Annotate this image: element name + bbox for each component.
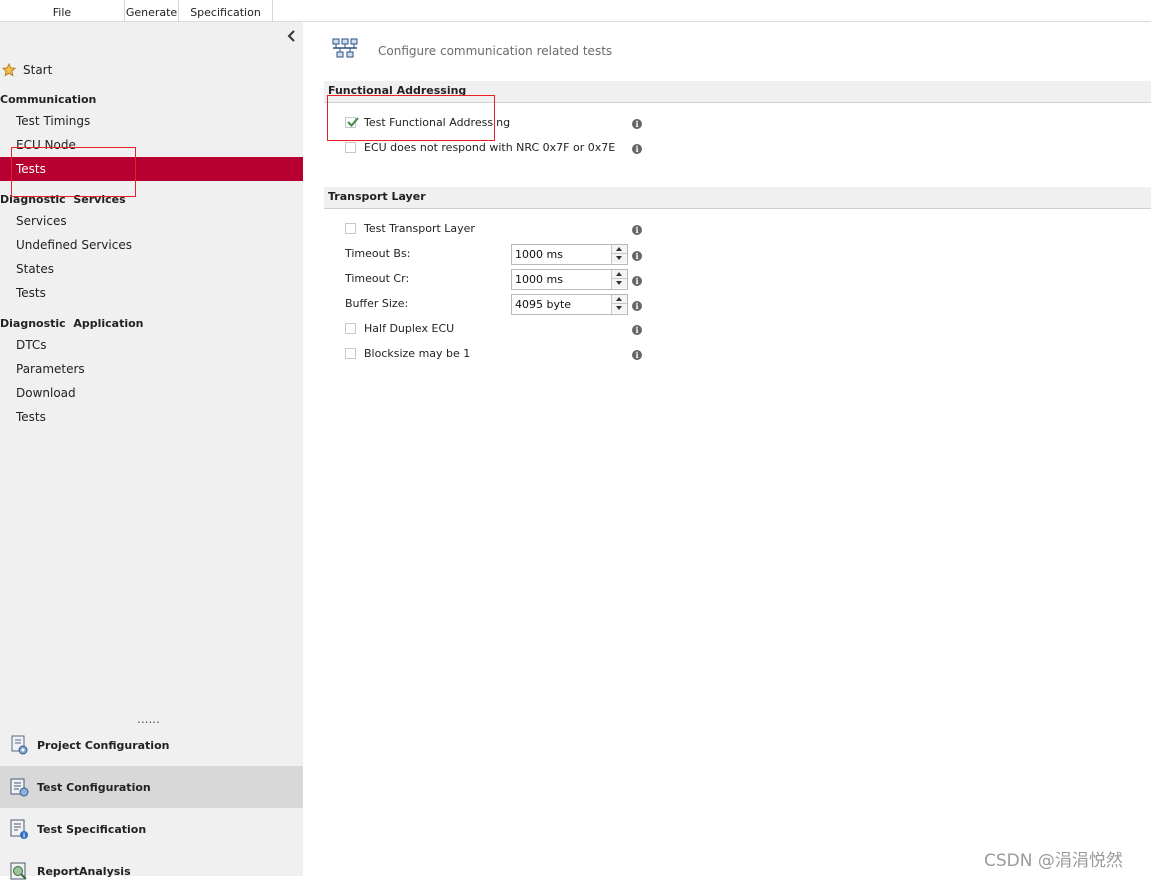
test-specification-icon: i (10, 819, 28, 840)
menu-file[interactable]: File (0, 0, 125, 22)
timeout-bs-value[interactable]: 1000 ms (515, 248, 563, 261)
checkbox-label: Test Transport Layer (364, 221, 475, 235)
checkbox-label: Blocksize may be 1 (364, 346, 471, 360)
nav-report-analysis[interactable]: ReportAnalysis (0, 850, 303, 892)
checkbox-label: ECU does not respond with NRC 0x7F or 0x… (364, 140, 616, 154)
sidebar-item-services-tests[interactable]: Tests (0, 281, 303, 305)
half-duplex-row[interactable]: Half Duplex ECU (345, 319, 454, 337)
section-communication: Communication (0, 93, 97, 106)
nrc-checkbox[interactable] (345, 141, 356, 153)
blocksize-checkbox[interactable] (345, 347, 356, 359)
arrow-down-icon (616, 306, 622, 310)
watermark: CSDN @涓涓悦然 (984, 851, 1123, 871)
sidebar-item-application-tests[interactable]: Tests (0, 405, 303, 429)
sidebar-item-undefined-services[interactable]: Undefined Services (0, 233, 303, 257)
sidebar-item-label: Start (23, 63, 53, 77)
spin-down-button[interactable] (612, 279, 627, 288)
transport-layer-header: Transport Layer (324, 187, 1151, 209)
blocksize-row[interactable]: Blocksize may be 1 (345, 344, 470, 362)
half-duplex-checkbox[interactable] (345, 322, 356, 334)
buffer-size-label: Buffer Size: (345, 297, 409, 310)
arrow-up-icon (616, 297, 622, 301)
menu-specification[interactable]: Specification (179, 0, 273, 22)
timeout-cr-spinner[interactable]: 1000 ms (511, 269, 628, 290)
spin-up-button[interactable] (612, 270, 627, 279)
menu-generate[interactable]: Generate (125, 0, 179, 22)
info-icon[interactable]: i (632, 350, 642, 360)
info-icon[interactable]: i (632, 301, 642, 311)
sidebar-item-test-timings[interactable]: Test Timings (0, 109, 303, 133)
timeout-cr-label: Timeout Cr: (345, 272, 410, 285)
info-icon[interactable]: i (632, 225, 642, 235)
timeout-cr-value[interactable]: 1000 ms (515, 273, 563, 286)
sidebar-item-start[interactable]: Start (0, 60, 52, 80)
arrow-up-icon (616, 272, 622, 276)
arrow-down-icon (616, 281, 622, 285)
annotation-highlight-checkbox (327, 95, 495, 141)
nav-label: Test Specification (37, 822, 147, 836)
test-transport-layer-row[interactable]: Test Transport Layer (345, 219, 475, 237)
collapse-sidebar-icon[interactable] (286, 29, 298, 43)
network-icon (332, 38, 358, 58)
info-icon[interactable]: i (632, 276, 642, 286)
nav-project-configuration[interactable]: Project Configuration (0, 724, 303, 766)
timeout-bs-spinner[interactable]: 1000 ms (511, 244, 628, 265)
section-diagnostic-application: Diagnostic Application (0, 317, 144, 330)
report-analysis-icon (10, 862, 27, 880)
arrow-up-icon (616, 247, 622, 251)
spin-up-button[interactable] (612, 295, 627, 304)
sidebar-item-states[interactable]: States (0, 257, 303, 281)
test-transport-layer-checkbox[interactable] (345, 222, 356, 234)
checkbox-label: Half Duplex ECU (364, 321, 455, 335)
info-icon[interactable]: i (632, 119, 642, 129)
arrow-down-icon (616, 256, 622, 260)
nav-label: Project Configuration (37, 738, 170, 752)
sidebar-item-download[interactable]: Download (0, 381, 303, 405)
buffer-size-spinner[interactable]: 4095 byte (511, 294, 628, 315)
menu-bar: File Generate Specification (0, 0, 1151, 22)
info-icon[interactable]: i (632, 144, 642, 154)
svg-text:i: i (23, 833, 25, 840)
sidebar-item-services[interactable]: Services (0, 209, 303, 233)
buffer-size-value[interactable]: 4095 byte (515, 298, 571, 311)
info-icon[interactable]: i (632, 251, 642, 261)
nav-test-specification[interactable]: i Test Specification (0, 808, 303, 850)
timeout-bs-label: Timeout Bs: (345, 247, 411, 260)
page-title: Configure communication related tests (378, 44, 613, 58)
spin-down-button[interactable] (612, 254, 627, 263)
sidebar-item-dtcs[interactable]: DTCs (0, 333, 303, 357)
spin-down-button[interactable] (612, 304, 627, 313)
main-panel: Configure communication related tests Fu… (303, 22, 1151, 876)
spin-up-button[interactable] (612, 245, 627, 254)
nav-test-configuration[interactable]: Test Configuration (0, 766, 303, 808)
sidebar-item-parameters[interactable]: Parameters (0, 357, 303, 381)
annotation-highlight-sidebar (11, 147, 136, 197)
info-icon[interactable]: i (632, 325, 642, 335)
star-icon (2, 63, 16, 77)
test-configuration-icon (10, 778, 29, 797)
nav-label: Test Configuration (37, 780, 151, 794)
project-configuration-icon (11, 735, 28, 755)
